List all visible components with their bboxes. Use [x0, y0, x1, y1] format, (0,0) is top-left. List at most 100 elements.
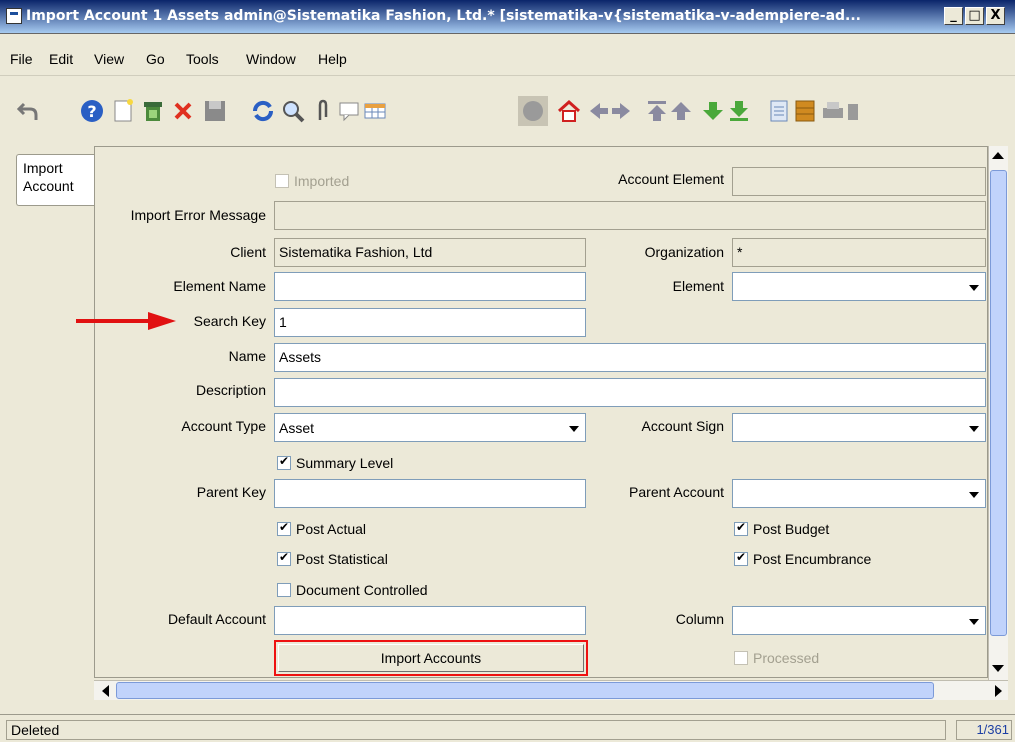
scroll-down-icon[interactable]	[992, 665, 1004, 672]
column-select[interactable]	[732, 606, 986, 635]
new-record-icon[interactable]	[110, 98, 136, 124]
search-icon[interactable]	[280, 98, 306, 124]
description-label: Description	[195, 382, 266, 398]
vertical-scroll-thumb[interactable]	[990, 170, 1007, 636]
element-name-label: Element Name	[173, 278, 266, 294]
post-encumbrance-checkbox[interactable]: Post Encumbrance	[734, 550, 872, 567]
document-controlled-label: Document Controlled	[296, 582, 428, 598]
horizontal-scrollbar[interactable]	[94, 680, 1008, 700]
minimize-button[interactable]: _	[944, 7, 963, 25]
chevron-down-icon[interactable]	[963, 273, 985, 300]
client-field[interactable]: Sistematika Fashion, Ltd	[274, 238, 586, 267]
menu-edit[interactable]: Edit	[49, 51, 73, 67]
account-type-select[interactable]: Asset	[274, 413, 586, 442]
tab-import-account[interactable]: Import Account	[16, 154, 94, 206]
last-record-icon[interactable]	[726, 98, 752, 124]
menu-view[interactable]: View	[94, 51, 124, 67]
vertical-scrollbar[interactable]	[988, 146, 1008, 680]
scroll-up-icon[interactable]	[992, 152, 1004, 159]
client-label: Client	[230, 244, 266, 260]
chevron-down-icon[interactable]	[563, 414, 585, 441]
name-input[interactable]: Assets	[274, 343, 986, 372]
chevron-down-icon[interactable]	[963, 414, 985, 441]
post-statistical-label: Post Statistical	[296, 551, 388, 567]
next-record-icon[interactable]	[700, 98, 726, 124]
scroll-left-icon[interactable]	[102, 685, 109, 697]
previous-record-icon[interactable]	[668, 98, 694, 124]
account-element-field[interactable]	[732, 167, 986, 196]
app-icon[interactable]	[6, 8, 22, 24]
account-sign-select[interactable]	[732, 413, 986, 442]
first-record-icon[interactable]	[644, 98, 670, 124]
account-type-label: Account Type	[181, 418, 266, 434]
print-icon[interactable]	[820, 98, 846, 124]
checkbox-box[interactable]	[277, 454, 291, 470]
refresh-icon[interactable]	[250, 98, 276, 124]
forward-arrow-icon[interactable]	[608, 98, 634, 124]
description-input[interactable]	[274, 378, 986, 407]
grid-toggle-icon[interactable]	[362, 98, 388, 124]
undo-icon[interactable]	[16, 98, 42, 124]
checkbox-box[interactable]	[277, 520, 291, 536]
chevron-down-icon[interactable]	[963, 607, 985, 634]
parent-account-label: Parent Account	[629, 484, 724, 500]
archive-icon[interactable]	[792, 98, 818, 124]
parent-account-select[interactable]	[732, 479, 986, 508]
exit-icon[interactable]	[846, 98, 860, 124]
menu-bar: File Edit View Go Tools Window Help	[0, 34, 1015, 76]
parent-key-input[interactable]	[274, 479, 586, 508]
default-account-label: Default Account	[167, 611, 266, 627]
window-title: Import Account 1 Assets admin@Sistematik…	[26, 8, 861, 24]
checkbox-box[interactable]	[734, 651, 748, 665]
title-bar[interactable]: Import Account 1 Assets admin@Sistematik…	[0, 0, 1015, 34]
processed-checkbox[interactable]: Processed	[734, 650, 819, 666]
scroll-right-icon[interactable]	[995, 685, 1002, 697]
horizontal-scroll-thumb[interactable]	[116, 682, 934, 699]
attachment-icon[interactable]	[310, 98, 336, 124]
element-label: Element	[672, 278, 724, 294]
record-count[interactable]: 1/361	[956, 720, 1012, 740]
chat-icon[interactable]	[336, 98, 362, 124]
cancel-icon[interactable]	[170, 98, 196, 124]
default-account-input[interactable]	[274, 606, 586, 635]
help-icon[interactable]: ?	[79, 98, 105, 124]
menu-window[interactable]: Window	[246, 51, 296, 67]
import-error-field[interactable]	[274, 201, 986, 230]
element-select[interactable]	[732, 272, 986, 301]
post-actual-checkbox[interactable]: Post Actual	[277, 520, 366, 537]
menu-help[interactable]: Help	[318, 51, 347, 67]
checkbox-box[interactable]	[277, 583, 291, 597]
summary-level-checkbox[interactable]: Summary Level	[277, 454, 394, 471]
checkbox-box[interactable]	[275, 174, 289, 188]
menu-tools[interactable]: Tools	[186, 51, 219, 67]
toolbar: ?	[0, 76, 1015, 144]
import-accounts-button[interactable]: Import Accounts	[274, 640, 588, 676]
maximize-button[interactable]: □	[965, 7, 984, 25]
document-controlled-checkbox[interactable]: Document Controlled	[277, 582, 428, 598]
imported-checkbox[interactable]: Imported	[275, 173, 349, 189]
post-encumbrance-label: Post Encumbrance	[753, 551, 872, 567]
status-message: Deleted	[6, 720, 946, 740]
checkbox-box[interactable]	[734, 550, 748, 566]
element-name-input[interactable]	[274, 272, 586, 301]
delete-record-icon[interactable]	[140, 98, 166, 124]
post-budget-label: Post Budget	[753, 521, 830, 537]
checkbox-box[interactable]	[277, 550, 291, 566]
summary-level-label: Summary Level	[296, 455, 394, 471]
post-statistical-checkbox[interactable]: Post Statistical	[277, 550, 388, 567]
menu-go[interactable]: Go	[146, 51, 165, 67]
report-icon[interactable]	[766, 98, 792, 124]
menu-file[interactable]: File	[10, 51, 33, 67]
save-icon[interactable]	[202, 98, 228, 124]
search-key-label: Search Key	[193, 313, 266, 329]
search-key-input[interactable]: 1	[274, 308, 586, 337]
organization-field[interactable]: *	[732, 238, 986, 267]
post-budget-checkbox[interactable]: Post Budget	[734, 520, 830, 537]
chevron-down-icon[interactable]	[963, 480, 985, 507]
parent-key-label: Parent Key	[196, 484, 266, 500]
history-icon[interactable]	[518, 96, 548, 126]
close-button[interactable]: X	[986, 7, 1005, 25]
home-icon[interactable]	[556, 98, 582, 124]
checkbox-box[interactable]	[734, 520, 748, 536]
name-label: Name	[228, 348, 266, 364]
